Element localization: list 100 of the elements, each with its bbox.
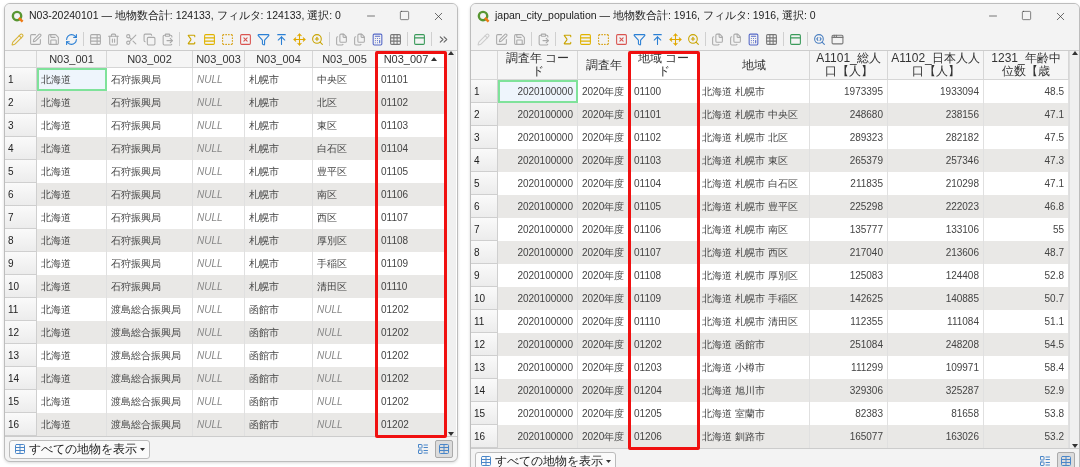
zoom-icon[interactable] [311, 32, 324, 46]
column-header[interactable]: 調査年 コード [498, 51, 578, 81]
row-number[interactable]: 13 [5, 344, 37, 367]
show-features-button[interactable]: すべての地物を表示 [475, 451, 616, 467]
row-number[interactable]: 11 [5, 298, 37, 321]
grid-icon[interactable] [765, 32, 778, 46]
row-number[interactable]: 12 [5, 321, 37, 344]
window-icon[interactable] [831, 32, 844, 46]
arrow-up-icon[interactable] [651, 32, 664, 46]
panel-icon[interactable] [789, 32, 802, 46]
row-number[interactable]: 1 [471, 80, 498, 104]
row-number[interactable]: 5 [471, 172, 498, 196]
scrollbar[interactable] [445, 51, 456, 436]
table-view-button[interactable] [435, 440, 453, 458]
row-number[interactable]: 1 [5, 68, 37, 91]
row-number[interactable]: 9 [471, 264, 498, 288]
square-icon[interactable] [597, 32, 610, 46]
row-number[interactable]: 14 [471, 379, 498, 403]
move-icon[interactable] [669, 32, 682, 46]
row-number[interactable]: 2 [471, 103, 498, 127]
files-icon[interactable] [729, 32, 742, 46]
row-number[interactable]: 2 [5, 91, 37, 114]
row-number[interactable]: 10 [5, 275, 37, 298]
row-number[interactable]: 7 [471, 218, 498, 242]
table-icon[interactable] [89, 32, 102, 46]
row-number[interactable]: 6 [471, 195, 498, 219]
calculator-icon[interactable] [747, 32, 760, 46]
sigma-icon[interactable] [185, 32, 198, 46]
column-header[interactable]: N03_005 [313, 51, 377, 68]
files-icon[interactable] [711, 32, 724, 46]
calculator-icon[interactable] [371, 32, 384, 46]
paste-icon[interactable] [161, 32, 174, 46]
column-header[interactable]: N03_003 [193, 51, 245, 68]
scrollbar[interactable] [1069, 51, 1079, 449]
column-header[interactable]: A1101_総人口【人】 [810, 51, 888, 81]
zoom-icon[interactable] [687, 32, 700, 46]
table-cell: 石狩振興局 [107, 137, 193, 160]
row-number[interactable]: 3 [5, 114, 37, 137]
table-cell: 325287 [888, 379, 984, 403]
save-icon[interactable] [513, 32, 526, 46]
row-number[interactable]: 14 [5, 367, 37, 390]
square-x-icon[interactable] [615, 32, 628, 46]
row-number[interactable]: 4 [5, 137, 37, 160]
pencil-icon[interactable] [477, 32, 490, 46]
square-icon[interactable] [221, 32, 234, 46]
files-icon[interactable] [335, 32, 348, 46]
trash-icon[interactable] [107, 32, 120, 46]
column-header[interactable]: 調査年 [578, 51, 630, 81]
column-header[interactable]: N03_001 [37, 51, 107, 68]
search-icon[interactable] [813, 32, 826, 46]
column-header[interactable]: N03_004 [245, 51, 313, 68]
corner-header[interactable] [5, 51, 37, 68]
edit-icon[interactable] [495, 32, 508, 46]
save-icon[interactable] [47, 32, 60, 46]
square-x-icon[interactable] [239, 32, 252, 46]
table-cell: 53.2 [984, 425, 1069, 449]
move-icon[interactable] [293, 32, 306, 46]
row-number[interactable]: 15 [5, 390, 37, 413]
rows-icon[interactable] [579, 32, 592, 46]
panel-icon[interactable] [413, 32, 426, 46]
row-number[interactable]: 4 [471, 149, 498, 173]
column-header[interactable]: N03_002 [107, 51, 193, 68]
row-number[interactable]: 11 [471, 310, 498, 334]
table-cell: 248208 [888, 333, 984, 357]
row-number[interactable]: 6 [5, 183, 37, 206]
maximize-icon[interactable] [1021, 9, 1032, 21]
table-cell: 01107 [630, 241, 698, 265]
window-title: N03-20240101 — 地物数合計: 124133, フィルタ: 124133, 選択: 0 [29, 9, 342, 23]
scissors-icon[interactable] [125, 32, 138, 46]
row-number[interactable]: 5 [5, 160, 37, 183]
rows-icon[interactable] [203, 32, 216, 46]
filter-icon[interactable] [633, 32, 646, 46]
row-number[interactable]: 3 [471, 126, 498, 150]
files-icon[interactable] [353, 32, 366, 46]
maximize-icon[interactable] [399, 9, 410, 21]
show-features-button[interactable]: すべての地物を表示 [9, 439, 150, 459]
column-header-label: N03_002 [127, 52, 172, 66]
row-number[interactable]: 8 [5, 229, 37, 252]
row-number[interactable]: 13 [471, 356, 498, 380]
table-view-button[interactable] [1057, 452, 1075, 467]
row-number[interactable]: 12 [471, 333, 498, 357]
refresh-icon[interactable] [65, 32, 78, 46]
copy-icon[interactable] [143, 32, 156, 46]
row-number[interactable]: 7 [5, 206, 37, 229]
arrow-up-icon[interactable] [275, 32, 288, 46]
column-header[interactable]: 地域 [698, 51, 810, 81]
sigma-icon[interactable] [561, 32, 574, 46]
edit-icon[interactable] [29, 32, 42, 46]
row-number[interactable]: 16 [5, 413, 37, 436]
row-number[interactable]: 8 [471, 241, 498, 265]
column-header[interactable]: 1231_年齢中位数【歳 [984, 51, 1069, 81]
paste-icon[interactable] [537, 32, 550, 46]
filter-icon[interactable] [257, 32, 270, 46]
corner-header[interactable] [471, 51, 498, 81]
pencil-icon[interactable] [11, 32, 24, 46]
row-number[interactable]: 15 [471, 402, 498, 426]
row-number[interactable]: 10 [471, 287, 498, 311]
row-number[interactable]: 9 [5, 252, 37, 275]
row-number[interactable]: 16 [471, 425, 498, 449]
grid-icon[interactable] [389, 32, 402, 46]
